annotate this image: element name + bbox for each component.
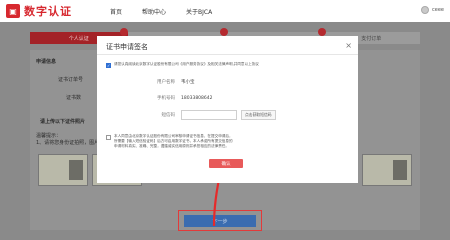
get-sms-code-button[interactable]: 点击获取短信码: [241, 110, 276, 120]
user-menu[interactable]: ceee: [421, 6, 444, 14]
next-step-button[interactable]: 下一步: [184, 215, 256, 227]
id-photo-sample-icon: [393, 160, 407, 180]
sms-code-row: 短信码 点击获取短信码: [135, 110, 276, 120]
cert-order-label: 证书订单号: [58, 77, 84, 83]
logo-mark-icon: ▣: [6, 4, 20, 18]
sms-code-input[interactable]: [181, 110, 237, 120]
id-card-front-image: [38, 154, 88, 186]
phone-value: 18033808642: [181, 95, 213, 101]
user-avatar-icon: [421, 6, 430, 14]
user-name-row: 用户名称 韦小宝: [135, 79, 195, 85]
sms-code-label: 短信码: [161, 113, 176, 118]
section-upload-heading: 请上传以下证件照片: [40, 119, 86, 125]
consent-text: 本人同意由北京数字认证股份有限公司审核申请证书信息，在提交申请后， 所需要【输入…: [114, 134, 233, 149]
id-photo-icon: [69, 160, 83, 180]
step-2-marker-icon: [120, 28, 128, 36]
certificate-sign-dialog: 证书申请签名 × ✓ 请您认真阅读北京数字认证股份有限公司《用户服务协议》及相关…: [97, 36, 358, 183]
phone-row: 手机号码 18033808642: [135, 95, 213, 102]
brand-name: 数字认证: [24, 5, 72, 18]
confirm-button[interactable]: 确认: [209, 159, 243, 168]
phone-label: 手机号码: [157, 96, 175, 101]
agreement-checkbox-row: ✓ 请您认真阅读北京数字认证股份有限公司《用户服务协议》及相关法律声明,并同意以…: [106, 62, 346, 68]
dialog-title: 证书申请签名: [106, 43, 148, 51]
agreement-checkbox[interactable]: ✓: [106, 63, 111, 68]
nav-help-link[interactable]: 帮助中心: [142, 7, 166, 16]
section-apply-heading: 申请信息: [36, 59, 57, 65]
step-4-marker-icon: [318, 28, 326, 36]
close-icon[interactable]: ×: [345, 42, 352, 50]
main-nav: 首页 帮助中心 关于BJCA: [110, 7, 212, 16]
nav-about-link[interactable]: 关于BJCA: [186, 7, 212, 16]
consent-line-3: 申请材料真实、准确、完整，遵循诚实信用原则并承担相应的法律责任。: [114, 144, 229, 148]
cert-count-label: 证书数: [66, 95, 82, 101]
brand-logo[interactable]: ▣ 数字认证: [6, 3, 72, 19]
user-name-value: 韦小宝: [181, 80, 195, 85]
nav-home-link[interactable]: 首页: [110, 7, 122, 16]
user-name: ceee: [432, 7, 444, 13]
agreement-text: 请您认真阅读北京数字认证股份有限公司《用户服务协议》及相关法律声明,并同意以上协…: [114, 62, 259, 66]
user-name-label: 用户名称: [157, 80, 175, 85]
dialog-divider: [97, 54, 358, 55]
upload-hint-title: 温馨提示：: [36, 133, 62, 139]
consent-checkbox[interactable]: [106, 135, 111, 140]
step-4-label: 支付订单: [361, 35, 382, 42]
id-card-sample-image: [362, 154, 412, 186]
step-1-label: 个人认证: [68, 35, 89, 42]
top-navigation-bar: ▣ 数字认证 首页 帮助中心 关于BJCA ceee: [0, 0, 450, 22]
step-3-marker-icon: [220, 28, 228, 36]
consent-checkbox-row: 本人同意由北京数字认证股份有限公司审核申请证书信息，在提交申请后， 所需要【输入…: [106, 134, 342, 149]
